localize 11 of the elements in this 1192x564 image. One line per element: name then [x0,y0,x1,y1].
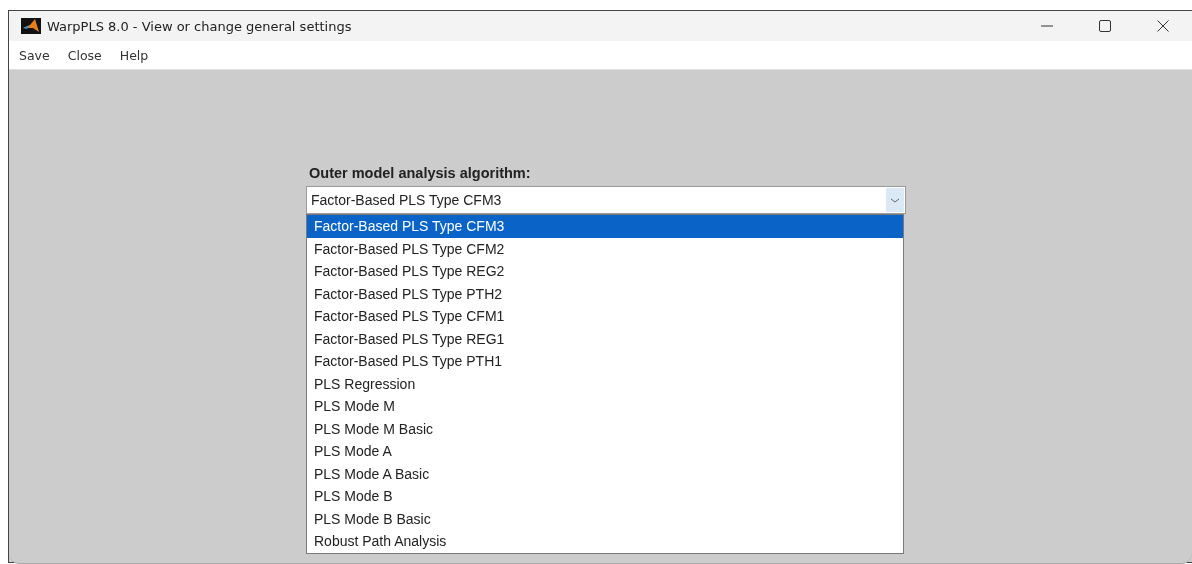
menu-item[interactable]: Close [61,45,110,65]
dropdown-option[interactable]: Factor-Based PLS Type CFM3 [307,215,903,238]
window-title: WarpPLS 8.0 - View or change general settings [47,18,353,34]
close-icon [1156,19,1170,33]
menu-item[interactable]: Help [113,45,157,65]
field-label: Outer model analysis algorithm: [309,165,531,181]
chevron-down-icon [886,188,904,212]
maximize-icon [1098,19,1112,33]
menu-item[interactable]: Save [13,45,58,65]
dropdown-field[interactable]: Factor-Based PLS Type CFM3 [306,186,906,214]
app-logo-icon [21,18,41,34]
